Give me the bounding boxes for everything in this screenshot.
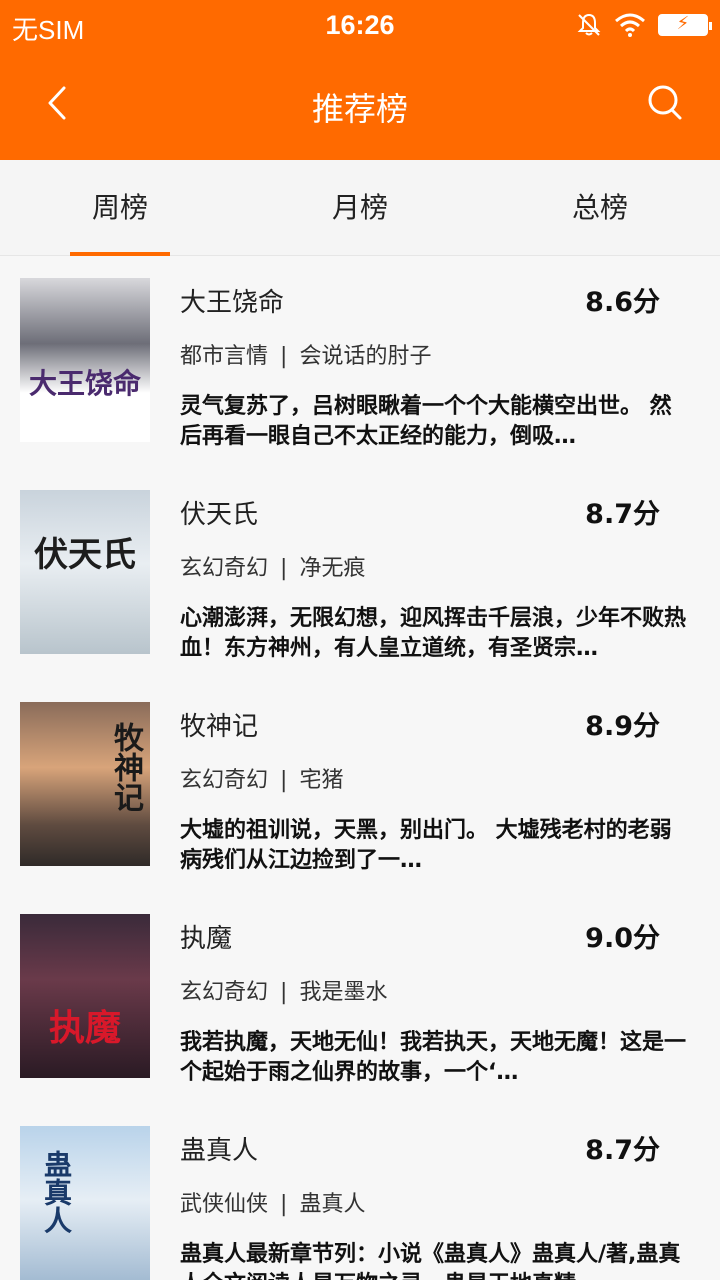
book-description: 大墟的祖训说，天黑，别出门。 大墟残老村的老弱病残们从江边捡到了一… [180, 818, 672, 873]
book-title: 牧神记 [180, 712, 259, 742]
book-item[interactable]: 蛊真人 蛊真人 8.7分 武侠仙侠 | 蛊真人 蛊真人最新章节列：小说《蛊真人》蛊真… [0, 1104, 720, 1280]
app-header: 无SIM 16:26 ⚡ 推荐榜 [0, 0, 720, 160]
tab-total[interactable]: 总榜 [480, 160, 720, 256]
book-cover: 伏天氏 [20, 490, 150, 654]
book-description: 灵气复苏了，吕树眼瞅着一个个大能横空出世。 然后再看一眼自己不太正经的能力，倒吸… [180, 394, 672, 449]
meta-separator: | [280, 1192, 288, 1217]
book-item[interactable]: 牧神记 牧神记 8.9分 玄幻奇幻 | 宅猪 大墟的祖训说，天黑，别出门。 大墟残老… [0, 680, 720, 892]
book-meta: 玄幻奇幻 | 净无痕 [180, 550, 365, 582]
book-item[interactable]: 伏天氏 伏天氏 8.7分 玄幻奇幻 | 净无痕 心潮澎湃，无限幻想，迎风挥击千层浪，… [0, 468, 720, 680]
tab-weekly[interactable]: 周榜 [0, 160, 240, 256]
book-meta: 都市言情 | 会说话的肘子 [180, 338, 431, 370]
book-title: 伏天氏 [180, 500, 259, 530]
book-score: 8.9分 [585, 711, 660, 742]
book-item[interactable]: 执魔 执魔 9.0分 玄幻奇幻 | 我是墨水 我若执魔，天地无仙！我若执天，天地无魔… [0, 892, 720, 1104]
book-list: 大王饶命 大王饶命 8.6分 都市言情 | 会说话的肘子 灵气复苏了，吕树眼瞅着一个… [0, 256, 720, 1280]
book-author: 我是墨水 [299, 980, 388, 1005]
book-score: 9.0分 [585, 923, 660, 954]
meta-separator: | [280, 768, 288, 793]
book-meta: 武侠仙侠 | 蛊真人 [180, 1186, 365, 1218]
book-description: 我若执魔，天地无仙！我若执天，天地无魔！这是一个起始于雨之仙界的故事，一个‘… [180, 1030, 686, 1085]
book-description: 蛊真人最新章节列：小说《蛊真人》蛊真人/著,蛊真人全文阅读人是万物之灵，蛊是天地… [180, 1242, 681, 1280]
cover-title: 牧神记 [108, 722, 143, 812]
tab-monthly[interactable]: 月榜 [240, 160, 480, 256]
ranking-tabs: 周榜 月榜 总榜 [0, 160, 720, 256]
book-cover: 牧神记 [20, 702, 150, 866]
book-cover: 蛊真人 [20, 1126, 150, 1280]
book-title: 蛊真人 [180, 1136, 259, 1166]
status-icons: ⚡ [576, 12, 712, 38]
book-cover: 执魔 [20, 914, 150, 1078]
book-category: 武侠仙侠 [180, 1192, 269, 1217]
wifi-icon [615, 13, 645, 37]
search-button[interactable] [640, 78, 690, 128]
cover-title: 伏天氏 [34, 535, 136, 575]
book-score: 8.7分 [585, 499, 660, 530]
meta-separator: | [280, 980, 288, 1005]
book-category: 玄幻奇幻 [180, 768, 269, 793]
book-author: 蛊真人 [299, 1192, 366, 1217]
meta-separator: | [280, 556, 288, 581]
book-item[interactable]: 大王饶命 大王饶命 8.6分 都市言情 | 会说话的肘子 灵气复苏了，吕树眼瞅着一个… [0, 256, 720, 468]
meta-separator: | [280, 344, 288, 369]
navigation-bar: 推荐榜 [0, 60, 720, 150]
book-title: 大王饶命 [180, 288, 285, 318]
page-title: 推荐榜 [311, 90, 408, 128]
cover-title: 蛊真人 [40, 1150, 73, 1234]
battery-charging-icon: ⚡ [676, 13, 690, 34]
cover-title: 大王饶命 [28, 367, 141, 400]
mute-bell-icon [577, 13, 601, 36]
book-author: 宅猪 [299, 768, 344, 793]
status-bar: 无SIM 16:26 ⚡ [0, 0, 720, 50]
book-meta: 玄幻奇幻 | 我是墨水 [180, 974, 387, 1006]
book-score: 8.6分 [585, 287, 660, 318]
book-cover: 大王饶命 [20, 278, 150, 442]
book-title: 执魔 [180, 924, 233, 954]
book-category: 都市言情 [180, 344, 269, 369]
search-icon [648, 85, 682, 120]
book-score: 8.7分 [585, 1135, 660, 1166]
cover-title: 执魔 [48, 1007, 121, 1049]
battery-icon: ⚡ [658, 13, 712, 36]
book-author: 会说话的肘子 [299, 344, 432, 369]
book-author: 净无痕 [299, 556, 366, 581]
book-category: 玄幻奇幻 [180, 980, 269, 1005]
book-description: 心潮澎湃，无限幻想，迎风挥击千层浪，少年不败热血！东方神州，有人皇立道统，有圣贤… [180, 606, 686, 661]
book-meta: 玄幻奇幻 | 宅猪 [180, 762, 343, 794]
book-category: 玄幻奇幻 [180, 556, 269, 581]
